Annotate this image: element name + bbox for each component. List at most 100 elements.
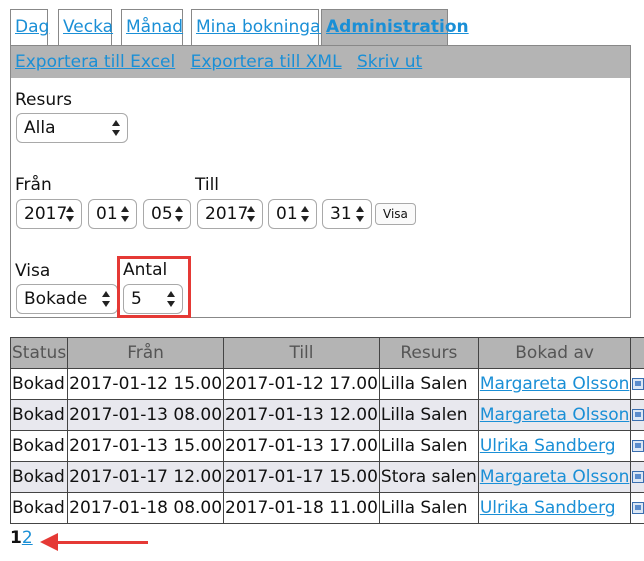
cell-fran: 2017-01-13 08.00 bbox=[67, 399, 225, 431]
booker-link[interactable]: Margareta Olsson bbox=[480, 374, 630, 394]
tab-mina-bokningar-link[interactable]: Mina bokningar bbox=[196, 17, 328, 37]
cell-status: Bokad bbox=[9, 492, 69, 524]
header-actions bbox=[630, 337, 644, 369]
admin-panel: Exportera till Excel Exportera till XML … bbox=[10, 45, 631, 318]
cell-status: Bokad bbox=[9, 368, 69, 400]
cell-bokad-av: Margareta Olsson bbox=[477, 399, 632, 431]
resurs-label: Resurs bbox=[15, 90, 72, 110]
header-status: Status bbox=[9, 337, 69, 369]
booker-link[interactable]: Margareta Olsson bbox=[480, 467, 630, 487]
details-icon[interactable] bbox=[632, 409, 644, 421]
fran-month-value: 01 bbox=[96, 204, 118, 224]
cell-bokad-av: Margareta Olsson bbox=[477, 461, 632, 493]
table-header-row: Status Från Till Resurs Bokad av bbox=[9, 337, 644, 369]
cell-action bbox=[630, 430, 644, 462]
bookings-table: Status Från Till Resurs Bokad av Bokad 2… bbox=[9, 337, 644, 524]
header-till: Till bbox=[223, 337, 380, 369]
visa-button[interactable]: Visa bbox=[375, 203, 416, 225]
resurs-select[interactable]: Alla bbox=[16, 113, 128, 143]
cell-bokad-av: Margareta Olsson bbox=[477, 368, 632, 400]
till-month-select[interactable]: 01 bbox=[268, 199, 317, 229]
till-year-value: 2017 bbox=[205, 204, 249, 224]
table-row: Bokad 2017-01-18 08.00 2017-01-18 11.00 … bbox=[9, 492, 644, 524]
table-row: Bokad 2017-01-13 15.00 2017-01-13 17.00 … bbox=[9, 430, 644, 462]
select-arrows-icon bbox=[66, 206, 75, 222]
cell-bokad-av: Ulrika Sandberg bbox=[477, 430, 632, 462]
select-arrows-icon bbox=[175, 206, 184, 222]
cell-action bbox=[630, 492, 644, 524]
header-resurs: Resurs bbox=[378, 337, 479, 369]
cell-till: 2017-01-13 12.00 bbox=[223, 399, 380, 431]
cell-status: Bokad bbox=[9, 461, 69, 493]
header-bokad-av: Bokad av bbox=[477, 337, 632, 369]
tab-vecka-link[interactable]: Vecka bbox=[63, 17, 113, 37]
booker-link[interactable]: Margareta Olsson bbox=[480, 405, 630, 425]
arrow-line bbox=[56, 541, 148, 544]
fran-year-value: 2017 bbox=[24, 204, 68, 224]
cell-till: 2017-01-12 17.00 bbox=[223, 368, 380, 400]
booker-link[interactable]: Ulrika Sandberg bbox=[480, 498, 616, 518]
till-day-value: 31 bbox=[330, 204, 352, 224]
table-row: Bokad 2017-01-13 08.00 2017-01-13 12.00 … bbox=[9, 399, 644, 431]
visa-select[interactable]: Bokade bbox=[16, 284, 118, 314]
details-icon[interactable] bbox=[632, 440, 644, 452]
cell-resurs: Stora salen bbox=[378, 461, 479, 493]
cell-resurs: Lilla Salen bbox=[378, 492, 479, 524]
cell-till: 2017-01-18 11.00 bbox=[223, 492, 380, 524]
fran-day-select[interactable]: 05 bbox=[143, 199, 191, 229]
till-month-value: 01 bbox=[276, 204, 298, 224]
select-arrows-icon bbox=[247, 206, 256, 222]
select-arrows-icon bbox=[356, 206, 365, 222]
print-link[interactable]: Skriv ut bbox=[357, 52, 422, 72]
till-year-select[interactable]: 2017 bbox=[197, 199, 263, 229]
tab-manad[interactable]: Månad bbox=[121, 9, 183, 45]
cell-bokad-av: Ulrika Sandberg bbox=[477, 492, 632, 524]
resurs-select-value: Alla bbox=[24, 118, 56, 138]
table-row: Bokad 2017-01-12 15.00 2017-01-12 17.00 … bbox=[9, 368, 644, 400]
select-arrows-icon bbox=[112, 120, 121, 136]
details-icon[interactable] bbox=[632, 378, 644, 390]
fran-year-select[interactable]: 2017 bbox=[16, 199, 82, 229]
details-icon[interactable] bbox=[632, 471, 644, 483]
export-excel-link[interactable]: Exportera till Excel bbox=[15, 52, 175, 72]
tab-mina-bokningar[interactable]: Mina bokningar bbox=[191, 9, 328, 45]
tab-administration[interactable]: Administration bbox=[321, 9, 469, 45]
tab-vecka[interactable]: Vecka bbox=[58, 9, 113, 45]
booker-link[interactable]: Ulrika Sandberg bbox=[480, 436, 616, 456]
fran-day-value: 05 bbox=[151, 204, 173, 224]
tab-administration-link[interactable]: Administration bbox=[326, 17, 469, 37]
visa-select-value: Bokade bbox=[24, 289, 88, 309]
cell-till: 2017-01-17 15.00 bbox=[223, 461, 380, 493]
select-arrows-icon bbox=[121, 206, 130, 222]
cell-fran: 2017-01-12 15.00 bbox=[67, 368, 225, 400]
cell-status: Bokad bbox=[9, 399, 69, 431]
select-arrows-icon bbox=[102, 291, 111, 307]
fran-label: Från bbox=[15, 175, 52, 195]
cell-fran: 2017-01-18 08.00 bbox=[67, 492, 225, 524]
cell-action bbox=[630, 461, 644, 493]
table-row: Bokad 2017-01-17 12.00 2017-01-17 15.00 … bbox=[9, 461, 644, 493]
cell-action bbox=[630, 368, 644, 400]
cell-resurs: Lilla Salen bbox=[378, 430, 479, 462]
header-fran: Från bbox=[67, 337, 225, 369]
cell-action bbox=[630, 399, 644, 431]
export-xml-link[interactable]: Exportera till XML bbox=[191, 52, 342, 72]
cell-fran: 2017-01-13 15.00 bbox=[67, 430, 225, 462]
fran-month-select[interactable]: 01 bbox=[88, 199, 137, 229]
page-link-2[interactable]: 2 bbox=[22, 528, 33, 548]
till-day-select[interactable]: 31 bbox=[322, 199, 372, 229]
details-icon[interactable] bbox=[632, 502, 644, 514]
page-current: 1 bbox=[10, 528, 22, 548]
cell-resurs: Lilla Salen bbox=[378, 399, 479, 431]
tab-dag[interactable]: Dag bbox=[10, 9, 49, 45]
visa-label: Visa bbox=[15, 261, 51, 281]
cell-till: 2017-01-13 17.00 bbox=[223, 430, 380, 462]
tab-manad-link[interactable]: Månad bbox=[126, 17, 183, 37]
tab-dag-link[interactable]: Dag bbox=[15, 17, 49, 37]
till-label: Till bbox=[195, 175, 220, 195]
cell-fran: 2017-01-17 12.00 bbox=[67, 461, 225, 493]
select-arrows-icon bbox=[301, 206, 310, 222]
pagination: 12 bbox=[10, 528, 33, 548]
cell-resurs: Lilla Salen bbox=[378, 368, 479, 400]
antal-highlight-box bbox=[117, 256, 191, 318]
